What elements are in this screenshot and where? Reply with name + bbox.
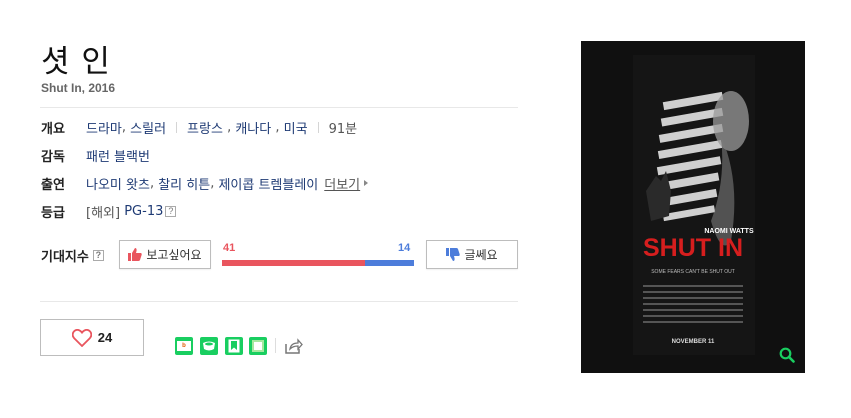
expectation-label: 기대지수 <box>41 250 89 265</box>
director-row: 감독 패런 블랙번 <box>41 146 150 165</box>
cast-link-jacob-tremblay[interactable]: 제이콥 트렘블레이 <box>218 174 318 193</box>
poster-release: NOVEMBER 11 <box>672 339 715 345</box>
overview-label: 개요 <box>41 121 65 137</box>
cast-label: 출연 <box>41 177 65 193</box>
movie-subtitle: Shut In, 2016 <box>41 81 116 95</box>
divider <box>40 301 518 302</box>
dislike-button[interactable]: 글쎄요 <box>426 240 518 269</box>
thumbs-down-icon <box>446 248 461 261</box>
more-cast-link[interactable]: 더보기 <box>324 174 360 193</box>
rating-link[interactable]: PG-13 <box>124 204 163 219</box>
poster-image: NAOMI WATTS SHUT IN SOME FEARS CAN'T BE … <box>581 41 805 373</box>
thumbs-up-icon <box>128 248 143 261</box>
want-to-see-label: 보고싶어요 <box>146 248 202 262</box>
help-icon[interactable]: ? <box>165 205 177 217</box>
separator <box>317 121 319 133</box>
movie-poster[interactable]: NAOMI WATTS SHUT IN SOME FEARS CAN'T BE … <box>581 41 805 373</box>
like-count: 24 <box>97 330 113 345</box>
genre-link-drama[interactable]: 드라마 <box>86 118 122 137</box>
overview-row: 개요 드라마, 스릴러 프랑스 , 캐나다 , 미국 91분 <box>41 118 358 137</box>
dislike-label: 글쎄요 <box>464 248 498 262</box>
heart-icon <box>71 328 92 347</box>
genre-link-thriller[interactable]: 스릴러 <box>130 118 166 137</box>
search-icon <box>779 347 795 363</box>
rating-prefix: [해외] <box>86 205 121 221</box>
country-link-canada[interactable]: 캐나다 <box>235 118 271 137</box>
want-count: 41 <box>223 242 236 254</box>
separator <box>275 338 276 353</box>
movie-title: 셧 인 <box>41 44 111 80</box>
expectation-bar <box>222 260 414 266</box>
dislike-count: 14 <box>398 242 411 254</box>
runtime: 91분 <box>328 121 358 137</box>
want-ratio-fill <box>222 260 366 266</box>
poster-title: SHUT IN <box>643 234 743 262</box>
chevron-right-icon <box>364 180 369 186</box>
like-button[interactable]: 24 <box>40 319 144 356</box>
cast-link-charlie-heaton[interactable]: 찰리 히튼 <box>158 174 210 193</box>
cast-link-naomi-watts[interactable]: 나오미 왓츠 <box>86 174 150 193</box>
zoom-button[interactable] <box>768 337 805 373</box>
expectation-row: 기대지수 ? <box>41 246 104 265</box>
director-link[interactable]: 패런 블랙번 <box>86 146 150 165</box>
memo-icon[interactable] <box>249 337 267 355</box>
country-link-usa[interactable]: 미국 <box>284 118 308 137</box>
want-to-see-button[interactable]: 보고싶어요 <box>119 240 211 269</box>
cafe-icon[interactable] <box>200 337 218 355</box>
rating-label: 등급 <box>41 205 65 221</box>
divider <box>40 107 518 108</box>
separator <box>176 121 178 133</box>
cast-row: 출연 나오미 왓츠, 찰리 히튼, 제이콥 트렘블레이 더보기 <box>41 174 369 193</box>
blog-icon[interactable]: b <box>175 337 193 355</box>
help-icon[interactable]: ? <box>92 250 104 261</box>
poster-tagline: SOME FEARS CAN'T BE SHUT OUT <box>651 269 735 275</box>
rating-row: 등급 [해외] PG-13 ? <box>41 202 177 221</box>
country-link-france[interactable]: 프랑스 <box>187 118 223 137</box>
director-label: 감독 <box>41 149 65 165</box>
bookmark-icon[interactable] <box>225 337 243 355</box>
share-icon[interactable] <box>285 337 303 355</box>
